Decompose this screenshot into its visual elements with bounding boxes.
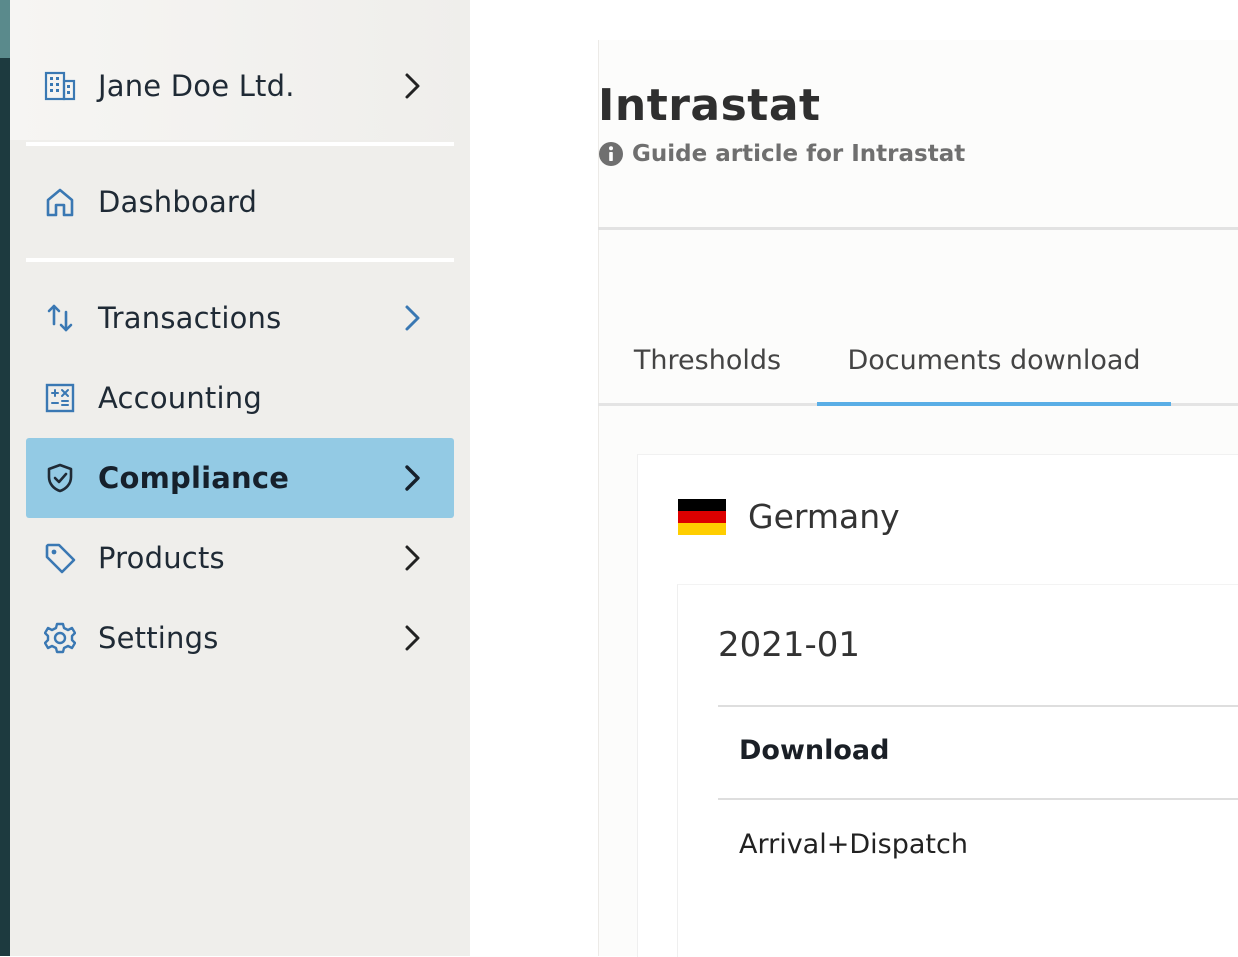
period-card: 2021-01 Download Arrival+Dispatch [677, 584, 1238, 957]
sidebar-item-compliance[interactable]: Compliance [26, 438, 454, 518]
arrows-up-down-icon [44, 302, 76, 334]
gear-icon [44, 622, 76, 654]
column-header-download: Download [739, 735, 890, 766]
sidebar-item-label: Products [98, 541, 225, 575]
chevron-right-icon [402, 544, 422, 572]
table-divider [718, 798, 1238, 800]
sidebar-item-settings[interactable]: Settings [26, 598, 454, 678]
company-name: Jane Doe Ltd. [98, 69, 295, 103]
sidebar-item-label: Settings [98, 621, 219, 655]
window-edge [0, 0, 10, 956]
sidebar-item-label: Accounting [98, 381, 262, 415]
tab-label: Thresholds [633, 344, 782, 376]
tab-thresholds[interactable]: Thresholds [598, 320, 817, 400]
guide-article-link[interactable]: Guide article for Intrastat [598, 141, 965, 167]
sidebar: Jane Doe Ltd. Dashboard Transactions Acc… [10, 0, 470, 956]
country-header: Germany [678, 497, 900, 536]
table-divider [718, 705, 1238, 707]
tag-icon [44, 542, 76, 574]
info-icon [599, 142, 623, 166]
germany-flag-icon [678, 498, 726, 535]
sidebar-item-products[interactable]: Products [26, 518, 454, 598]
tab-label: Documents download [847, 344, 1141, 376]
flag-stripe [678, 522, 726, 535]
sidebar-divider [26, 142, 454, 146]
flag-stripe [678, 510, 726, 523]
calculator-icon [44, 382, 76, 414]
chevron-right-icon [402, 304, 422, 332]
country-name: Germany [748, 497, 900, 536]
page-title: Intrastat [598, 80, 821, 131]
home-icon [44, 186, 76, 218]
sidebar-item-accounting[interactable]: Accounting [26, 358, 454, 438]
sidebar-item-label: Dashboard [98, 185, 258, 219]
guide-article-label: Guide article for Intrastat [632, 141, 966, 167]
flag-stripe [678, 498, 726, 511]
sidebar-item-label: Compliance [98, 461, 290, 495]
company-switcher[interactable]: Jane Doe Ltd. [26, 46, 454, 126]
window-edge-cap [0, 0, 10, 58]
tab-documents-download[interactable]: Documents download [817, 320, 1171, 406]
chevron-right-icon [402, 464, 422, 492]
tabs-bar: Thresholds Documents download [598, 320, 1238, 406]
chevron-right-icon [402, 72, 422, 100]
shield-check-icon [44, 462, 76, 494]
period-label: 2021-01 [718, 625, 861, 665]
header-divider [598, 227, 1238, 230]
chevron-right-icon [402, 624, 422, 652]
sidebar-item-transactions[interactable]: Transactions [26, 278, 454, 358]
sidebar-item-label: Transactions [98, 301, 282, 335]
sidebar-item-dashboard[interactable]: Dashboard [26, 162, 454, 242]
building-icon [44, 70, 76, 102]
download-arrival-dispatch-link[interactable]: Arrival+Dispatch [739, 829, 968, 860]
sidebar-divider [26, 258, 454, 262]
